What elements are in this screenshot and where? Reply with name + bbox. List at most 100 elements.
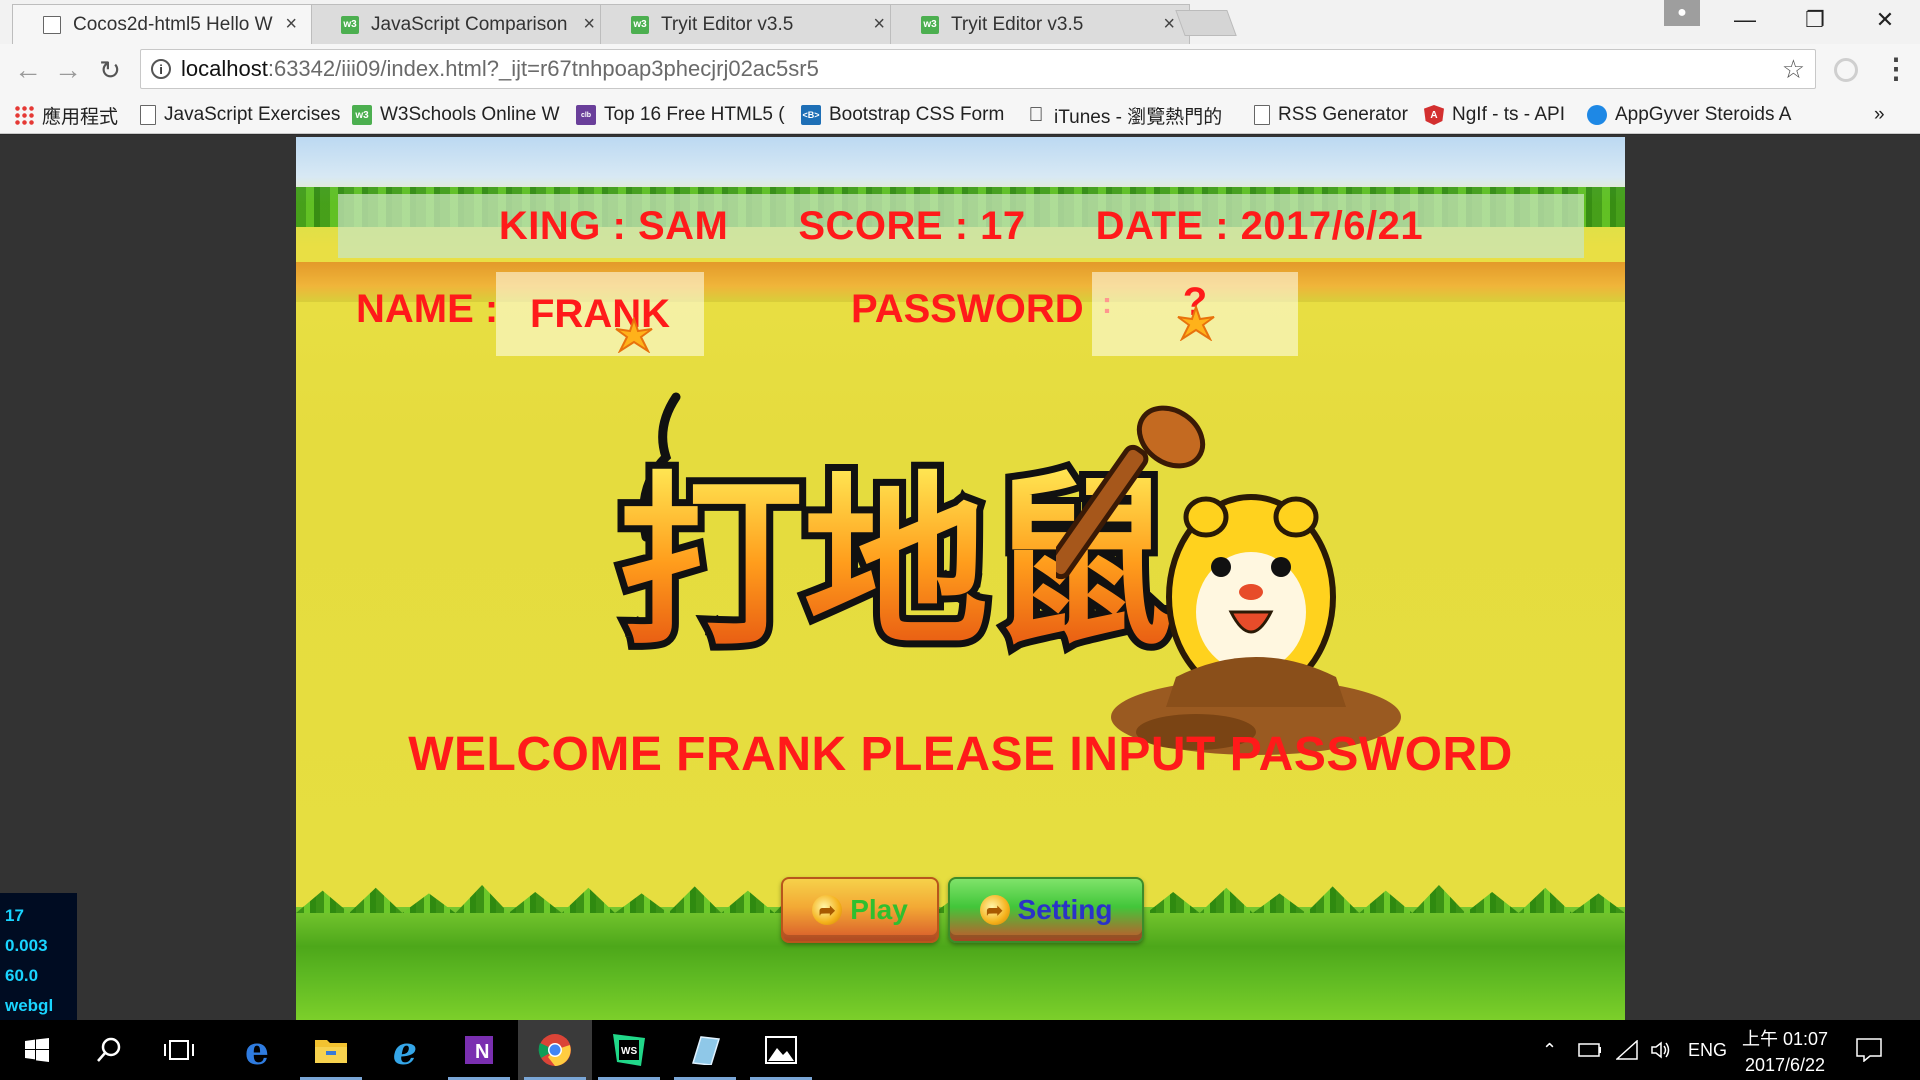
- sparkle-icon: [615, 317, 653, 353]
- close-icon[interactable]: ×: [583, 13, 595, 36]
- search-icon[interactable]: [72, 1020, 146, 1080]
- page-icon: [1254, 105, 1270, 125]
- restore-icon[interactable]: ❐: [1780, 0, 1850, 40]
- taskbar: e e N WS ⌃ ENG 上午 01:07 2017/6/22: [0, 1020, 1920, 1080]
- bootstrap-icon: <B>: [801, 105, 821, 125]
- tab-label: Tryit Editor v3.5: [951, 13, 1084, 35]
- bookmark-label: Top 16 Free HTML5 (: [604, 104, 785, 125]
- extension-icon[interactable]: [1834, 58, 1858, 82]
- stats-renderer: webgl: [5, 996, 54, 1015]
- photos-icon[interactable]: [744, 1020, 818, 1080]
- network-icon[interactable]: [1616, 1020, 1638, 1080]
- mole-mascot: [1056, 405, 1401, 755]
- info-icon[interactable]: i: [151, 59, 171, 79]
- bookmark-apps[interactable]: 應用程式: [14, 102, 118, 128]
- apps-icon: [14, 105, 34, 125]
- onenote-icon[interactable]: N: [442, 1020, 516, 1080]
- arrow-icon: ➦: [812, 895, 843, 925]
- svg-text:N: N: [475, 1041, 489, 1063]
- reload-icon[interactable]: ↻: [92, 52, 128, 88]
- tab-js-comparison[interactable]: w3 JavaScript Comparison ×: [310, 4, 610, 44]
- action-center-icon[interactable]: [1856, 1020, 1882, 1080]
- setting-button-label: Setting: [1017, 894, 1113, 925]
- webstorm-icon[interactable]: WS: [592, 1020, 666, 1080]
- new-tab-button[interactable]: [1175, 10, 1237, 36]
- page-icon: [43, 15, 61, 34]
- tab-strip: Cocos2d-html5 Hello W × w3 JavaScript Co…: [0, 0, 1920, 44]
- bookmark-ngif[interactable]: A NgIf - ts - API: [1424, 102, 1565, 128]
- bookmark-bootstrap[interactable]: <B> Bootstrap CSS Form: [801, 102, 1011, 128]
- w3-icon: w3: [921, 15, 939, 34]
- arrow-icon: ➦: [979, 895, 1010, 925]
- bookmark-itunes[interactable]:  iTunes - 瀏覽熱門的: [1026, 102, 1236, 128]
- bookmark-label: NgIf - ts - API: [1452, 104, 1565, 125]
- profile-icon[interactable]: ●: [1664, 0, 1700, 26]
- back-icon[interactable]: ←: [10, 52, 46, 88]
- bookmark-star-icon[interactable]: ☆: [1782, 54, 1805, 85]
- volume-icon[interactable]: [1650, 1020, 1672, 1080]
- forward-icon[interactable]: →: [50, 52, 86, 88]
- tab-tryit-1[interactable]: w3 Tryit Editor v3.5 ×: [600, 4, 900, 44]
- bookmark-js-exercises[interactable]: JavaScript Exercises: [140, 102, 345, 128]
- name-label: NAME :: [356, 287, 499, 331]
- language-indicator[interactable]: ENG: [1688, 1020, 1727, 1080]
- menu-icon[interactable]: ⋮: [1882, 52, 1910, 85]
- appgyver-icon: [1587, 105, 1607, 125]
- app-icon[interactable]: [668, 1020, 742, 1080]
- w3-icon: w3: [352, 105, 372, 125]
- tab-cocos[interactable]: Cocos2d-html5 Hello W ×: [12, 4, 312, 44]
- apple-icon: : [1026, 104, 1046, 126]
- ie-icon[interactable]: e: [368, 1020, 442, 1080]
- bookmark-label: Bootstrap CSS Form: [829, 104, 1005, 125]
- tab-label: Cocos2d-html5 Hello W: [73, 13, 273, 35]
- bookmark-rss[interactable]: RSS Generator: [1254, 102, 1408, 128]
- king-label: KING : SAM: [498, 203, 729, 248]
- password-label: PASSWORD: [851, 287, 1084, 331]
- battery-icon[interactable]: [1578, 1020, 1602, 1080]
- task-view-icon[interactable]: [142, 1020, 216, 1080]
- bookmark-label: AppGyver Steroids A: [1615, 104, 1792, 125]
- game-canvas[interactable]: KING : SAM SCORE : 17 DATE : 2017/6/21 N…: [296, 137, 1625, 1020]
- browser-toolbar: ← → ↻ i localhost:63342/iii09/index.html…: [0, 44, 1920, 96]
- setting-button[interactable]: ➦ Setting: [948, 877, 1144, 943]
- close-icon[interactable]: ×: [1163, 13, 1175, 36]
- edge-icon[interactable]: e: [220, 1020, 294, 1080]
- bookmarks-more-button[interactable]: »: [1874, 102, 1885, 128]
- start-icon[interactable]: [0, 1020, 74, 1080]
- tab-label: JavaScript Comparison: [371, 13, 568, 35]
- bookmark-label: RSS Generator: [1278, 104, 1408, 125]
- name-field[interactable]: FRANK: [496, 272, 704, 356]
- svg-text:WS: WS: [621, 1046, 637, 1057]
- fps-stats: 17 0.003 60.0 webgl: [0, 893, 77, 1020]
- bookmark-label: JavaScript Exercises: [164, 104, 341, 125]
- date-label: DATE : 2017/6/21: [1095, 203, 1424, 248]
- clock-time: 上午 01:07: [1742, 1029, 1829, 1049]
- stats-frame-time: 0.003: [5, 936, 48, 955]
- bookmark-label: 應用程式: [42, 106, 119, 128]
- welcome-message: WELCOME FRANK PLEASE INPUT PASSWORD: [408, 728, 1513, 781]
- address-bar[interactable]: i localhost:63342/iii09/index.html?_ijt=…: [140, 49, 1816, 89]
- url-path: :63342/iii09/index.html?_ijt=r67tnhpoap3…: [267, 56, 819, 81]
- page-icon: [140, 105, 156, 125]
- close-window-icon[interactable]: ✕: [1850, 0, 1920, 40]
- clock[interactable]: 上午 01:07 2017/6/22: [1742, 1026, 1828, 1078]
- bookmark-w3schools[interactable]: w3 W3Schools Online W: [352, 102, 562, 128]
- bookmark-top16[interactable]: clb Top 16 Free HTML5 (: [576, 102, 786, 128]
- info-bar: KING : SAM SCORE : 17 DATE : 2017/6/21: [338, 194, 1584, 258]
- file-explorer-icon[interactable]: [294, 1020, 368, 1080]
- tab-tryit-2[interactable]: w3 Tryit Editor v3.5 ×: [890, 4, 1190, 44]
- minimize-icon[interactable]: —: [1710, 0, 1780, 40]
- play-button-label: Play: [850, 894, 908, 925]
- close-icon[interactable]: ×: [873, 13, 885, 36]
- chrome-icon[interactable]: [518, 1020, 592, 1080]
- score-label: SCORE : 17: [798, 203, 1026, 248]
- close-icon[interactable]: ×: [285, 13, 297, 36]
- bookmark-label: W3Schools Online W: [380, 104, 560, 125]
- bookmark-label: iTunes - 瀏覽熱門的: [1054, 106, 1223, 128]
- show-hidden-icons[interactable]: ⌃: [1542, 1020, 1557, 1080]
- play-button[interactable]: ➦ Play: [781, 877, 939, 943]
- bookmark-appgyver[interactable]: AppGyver Steroids A: [1587, 102, 1797, 128]
- w3-icon: w3: [631, 15, 649, 34]
- bookmarks-bar: 應用程式 JavaScript Exercises w3 W3Schools O…: [0, 96, 1920, 134]
- tab-label: Tryit Editor v3.5: [661, 13, 794, 35]
